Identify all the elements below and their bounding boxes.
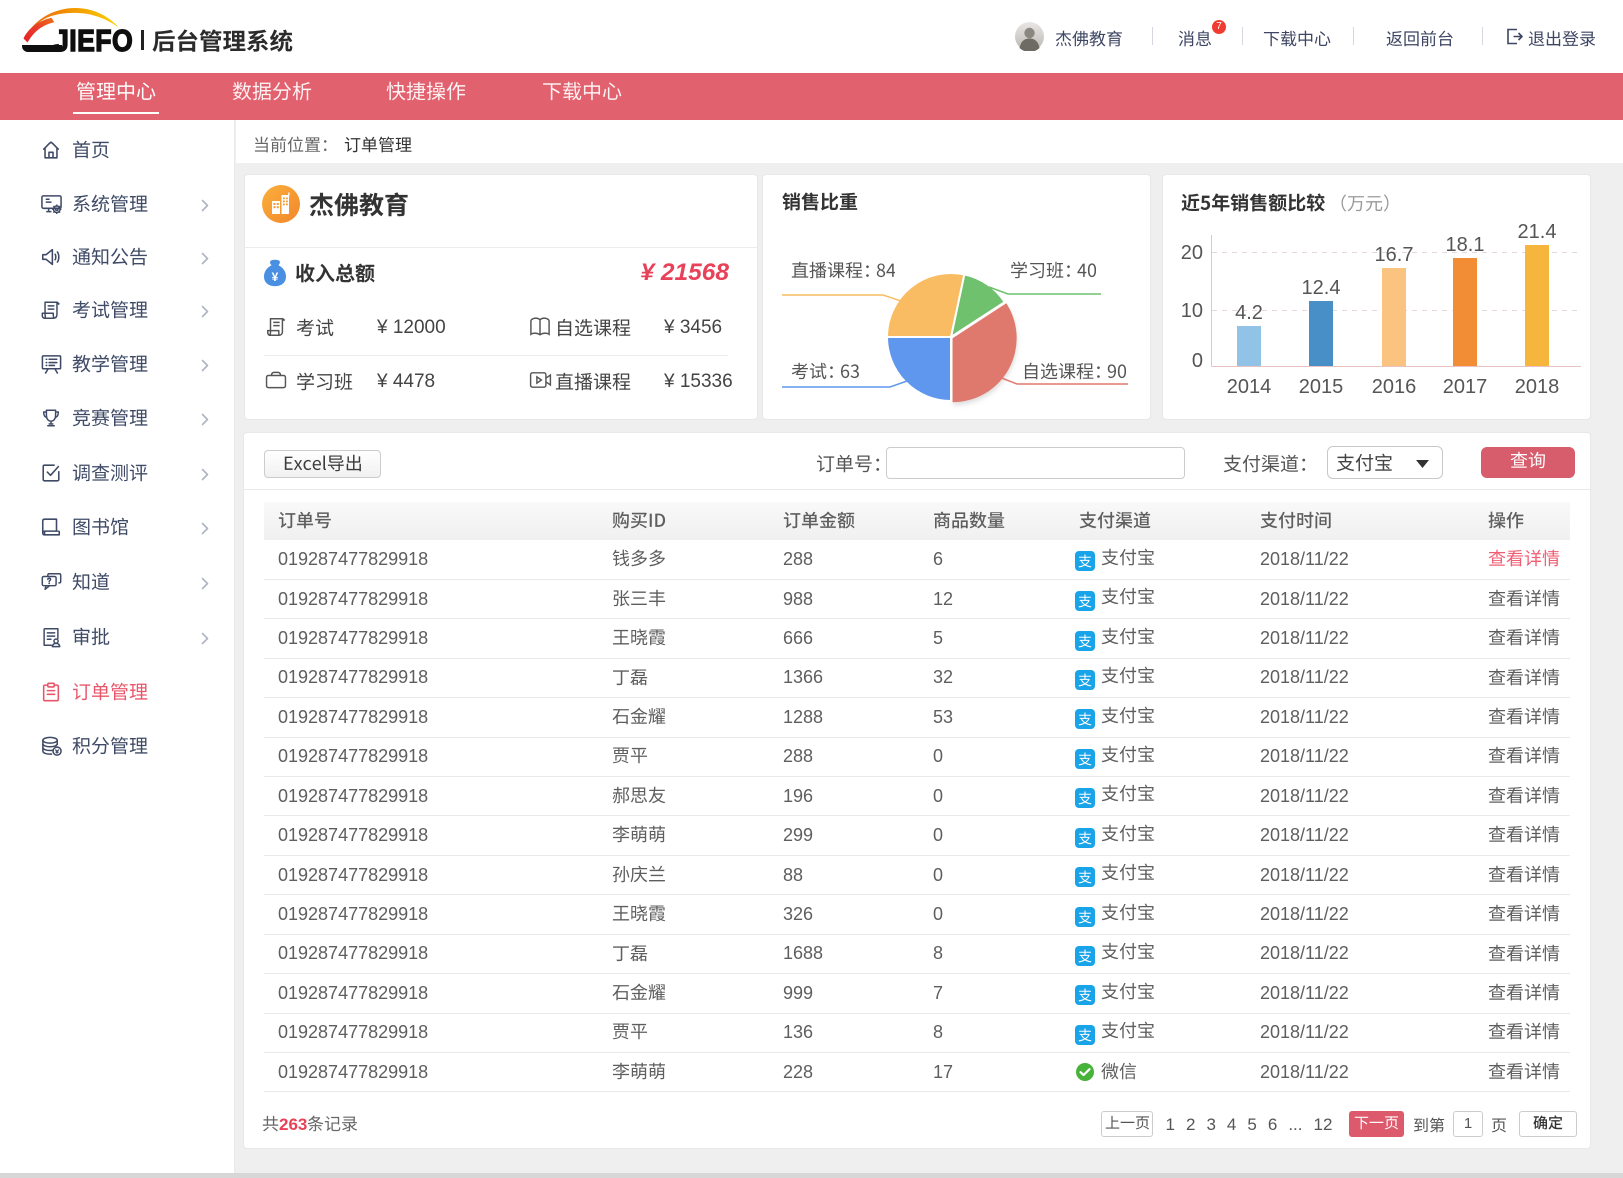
svg-text:20: 20 [1181, 242, 1203, 264]
svg-text:2014: 2014 [1227, 376, 1272, 398]
svg-text:2015: 2015 [1299, 376, 1344, 398]
svg-text:10: 10 [1181, 300, 1203, 322]
svg-text:16.7: 16.7 [1375, 244, 1414, 266]
svg-text:21.4: 21.4 [1518, 221, 1557, 243]
svg-text:0: 0 [1192, 350, 1203, 372]
svg-text:2017: 2017 [1443, 376, 1488, 398]
svg-text:2016: 2016 [1372, 376, 1417, 398]
svg-text:2018: 2018 [1515, 376, 1560, 398]
svg-text:4.2: 4.2 [1235, 302, 1263, 324]
svg-text:¥: ¥ [272, 270, 279, 284]
svg-text:18.1: 18.1 [1446, 234, 1485, 256]
svg-text:12.4: 12.4 [1302, 277, 1341, 299]
